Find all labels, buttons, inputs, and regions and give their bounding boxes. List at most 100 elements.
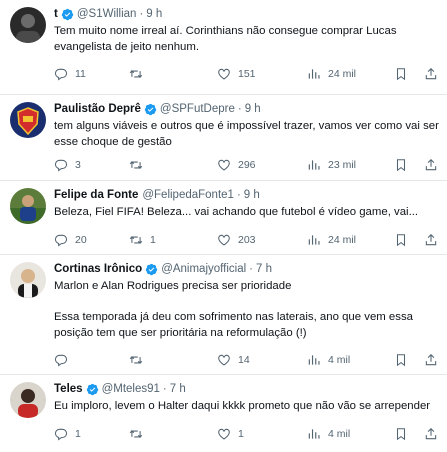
timestamp[interactable]: 9 h: [146, 8, 162, 20]
tweet-text: Beleza, Fiel FIFA! Beleza... vai achando…: [54, 206, 419, 218]
retweet-button[interactable]: 1: [129, 233, 217, 247]
retweet-icon: [129, 429, 143, 439]
retweet-button[interactable]: [129, 427, 217, 441]
display-name[interactable]: Felipe da Fonte: [54, 189, 138, 201]
like-button[interactable]: 14: [217, 353, 307, 367]
retweet-button[interactable]: [129, 353, 217, 367]
bookmark-icon: [396, 68, 406, 81]
views-button[interactable]: 23 mil: [307, 158, 394, 172]
separator-dot: ·: [162, 383, 167, 395]
handle[interactable]: @S1Willian: [77, 8, 137, 20]
bookmark-button[interactable]: [394, 67, 424, 81]
retweet-icon: [129, 355, 143, 365]
heart-icon: [218, 234, 230, 246]
reply-button[interactable]: 3: [54, 158, 129, 172]
handle[interactable]: @FelipedaFonte1: [142, 189, 234, 201]
tweet-text: Tem muito nome irreal aí. Corinthians nã…: [54, 25, 397, 53]
views-count: 4 mil: [328, 354, 351, 366]
reply-icon: [54, 354, 68, 367]
display-name[interactable]: Cortinas Irônico: [54, 263, 142, 275]
share-button[interactable]: [424, 427, 438, 441]
views-button[interactable]: 24 mil: [307, 233, 394, 247]
verified-badge-icon: [86, 383, 99, 396]
tweet[interactable]: Teles @Mteles91 · 7 h Eu imploro, levem …: [0, 375, 447, 452]
heart-icon: [218, 354, 230, 366]
bookmark-button[interactable]: [394, 233, 424, 247]
tweet[interactable]: t @S1Willian · 9 h Tem muito nome irreal…: [0, 0, 447, 95]
tweet-text: tem alguns viáveis e outros que é imposs…: [54, 120, 439, 148]
timestamp[interactable]: 7 h: [170, 383, 186, 395]
share-button[interactable]: [424, 67, 438, 81]
handle[interactable]: @SPFutDepre: [160, 103, 235, 115]
reply-count: 3: [75, 159, 81, 171]
views-icon: [308, 429, 320, 439]
views-count: 24 mil: [328, 68, 357, 80]
tweet-header: Teles @Mteles91 · 7 h: [54, 381, 439, 397]
verified-badge-icon: [61, 8, 74, 21]
like-button[interactable]: 203: [217, 233, 307, 247]
reply-button[interactable]: 20: [54, 233, 129, 247]
like-button[interactable]: 296: [217, 158, 307, 172]
views-button[interactable]: 24 mil: [307, 67, 394, 81]
verified-badge-icon: [144, 103, 157, 116]
reply-count: 20: [75, 234, 87, 246]
share-button[interactable]: [424, 158, 438, 172]
reply-icon: [54, 68, 68, 81]
retweet-button[interactable]: [129, 67, 217, 81]
reply-button[interactable]: [54, 353, 129, 367]
tweet[interactable]: Cortinas Irônico @Animajyofficial · 7 h …: [0, 255, 447, 375]
bookmark-button[interactable]: [394, 427, 424, 441]
avatar[interactable]: [10, 7, 46, 43]
tweet-header: t @S1Willian · 9 h: [54, 6, 439, 22]
bookmark-icon: [396, 234, 406, 247]
tweet-actions: 11 151 24 mil: [54, 66, 439, 82]
like-button[interactable]: 1: [217, 427, 307, 441]
reply-icon: [54, 234, 68, 247]
views-count: 24 mil: [328, 234, 357, 246]
timestamp[interactable]: 7 h: [256, 263, 272, 275]
like-count: 203: [238, 234, 256, 246]
views-button[interactable]: 4 mil: [307, 427, 394, 441]
reply-icon: [54, 159, 68, 172]
avatar[interactable]: [10, 188, 46, 224]
tweet-feed: t @S1Willian · 9 h Tem muito nome irreal…: [0, 0, 447, 452]
tweet[interactable]: Paulistão Deprê @SPFutDepre · 9 h tem al…: [0, 95, 447, 181]
separator-dot: ·: [237, 103, 242, 115]
views-icon: [308, 160, 320, 170]
views-icon: [308, 355, 320, 365]
bookmark-button[interactable]: [394, 353, 424, 367]
avatar[interactable]: [10, 262, 46, 298]
views-count: 23 mil: [328, 159, 357, 171]
views-button[interactable]: 4 mil: [307, 353, 394, 367]
display-name[interactable]: Teles: [54, 383, 83, 395]
tweet[interactable]: Felipe da Fonte @FelipedaFonte1 · 9 h Be…: [0, 181, 447, 255]
share-button[interactable]: [424, 353, 438, 367]
avatar[interactable]: [10, 382, 46, 418]
timestamp[interactable]: 9 h: [244, 189, 260, 201]
separator-dot: ·: [236, 189, 241, 201]
bookmark-icon: [396, 428, 406, 441]
tweet-actions: 14 4 mil: [54, 352, 439, 368]
handle[interactable]: @Animajyofficial: [161, 263, 246, 275]
like-count: 14: [238, 354, 250, 366]
separator-dot: ·: [249, 263, 253, 275]
reply-button[interactable]: 11: [54, 67, 129, 81]
share-icon: [425, 354, 437, 366]
bookmark-button[interactable]: [394, 158, 424, 172]
avatar[interactable]: [10, 102, 46, 138]
display-name[interactable]: t: [54, 8, 58, 20]
like-button[interactable]: 151: [217, 67, 307, 81]
retweet-icon: [129, 235, 143, 245]
tweet-text: Marlon e Alan Rodrigues precisa ser prio…: [54, 280, 413, 339]
retweet-button[interactable]: [129, 158, 217, 172]
handle[interactable]: @Mteles91: [102, 383, 160, 395]
reply-button[interactable]: 1: [54, 427, 129, 441]
share-button[interactable]: [424, 233, 438, 247]
timestamp[interactable]: 9 h: [245, 103, 261, 115]
bookmark-icon: [396, 354, 406, 367]
share-icon: [425, 159, 437, 171]
heart-icon: [218, 428, 230, 440]
like-count: 296: [238, 159, 256, 171]
views-icon: [308, 235, 320, 245]
display-name[interactable]: Paulistão Deprê: [54, 103, 141, 115]
